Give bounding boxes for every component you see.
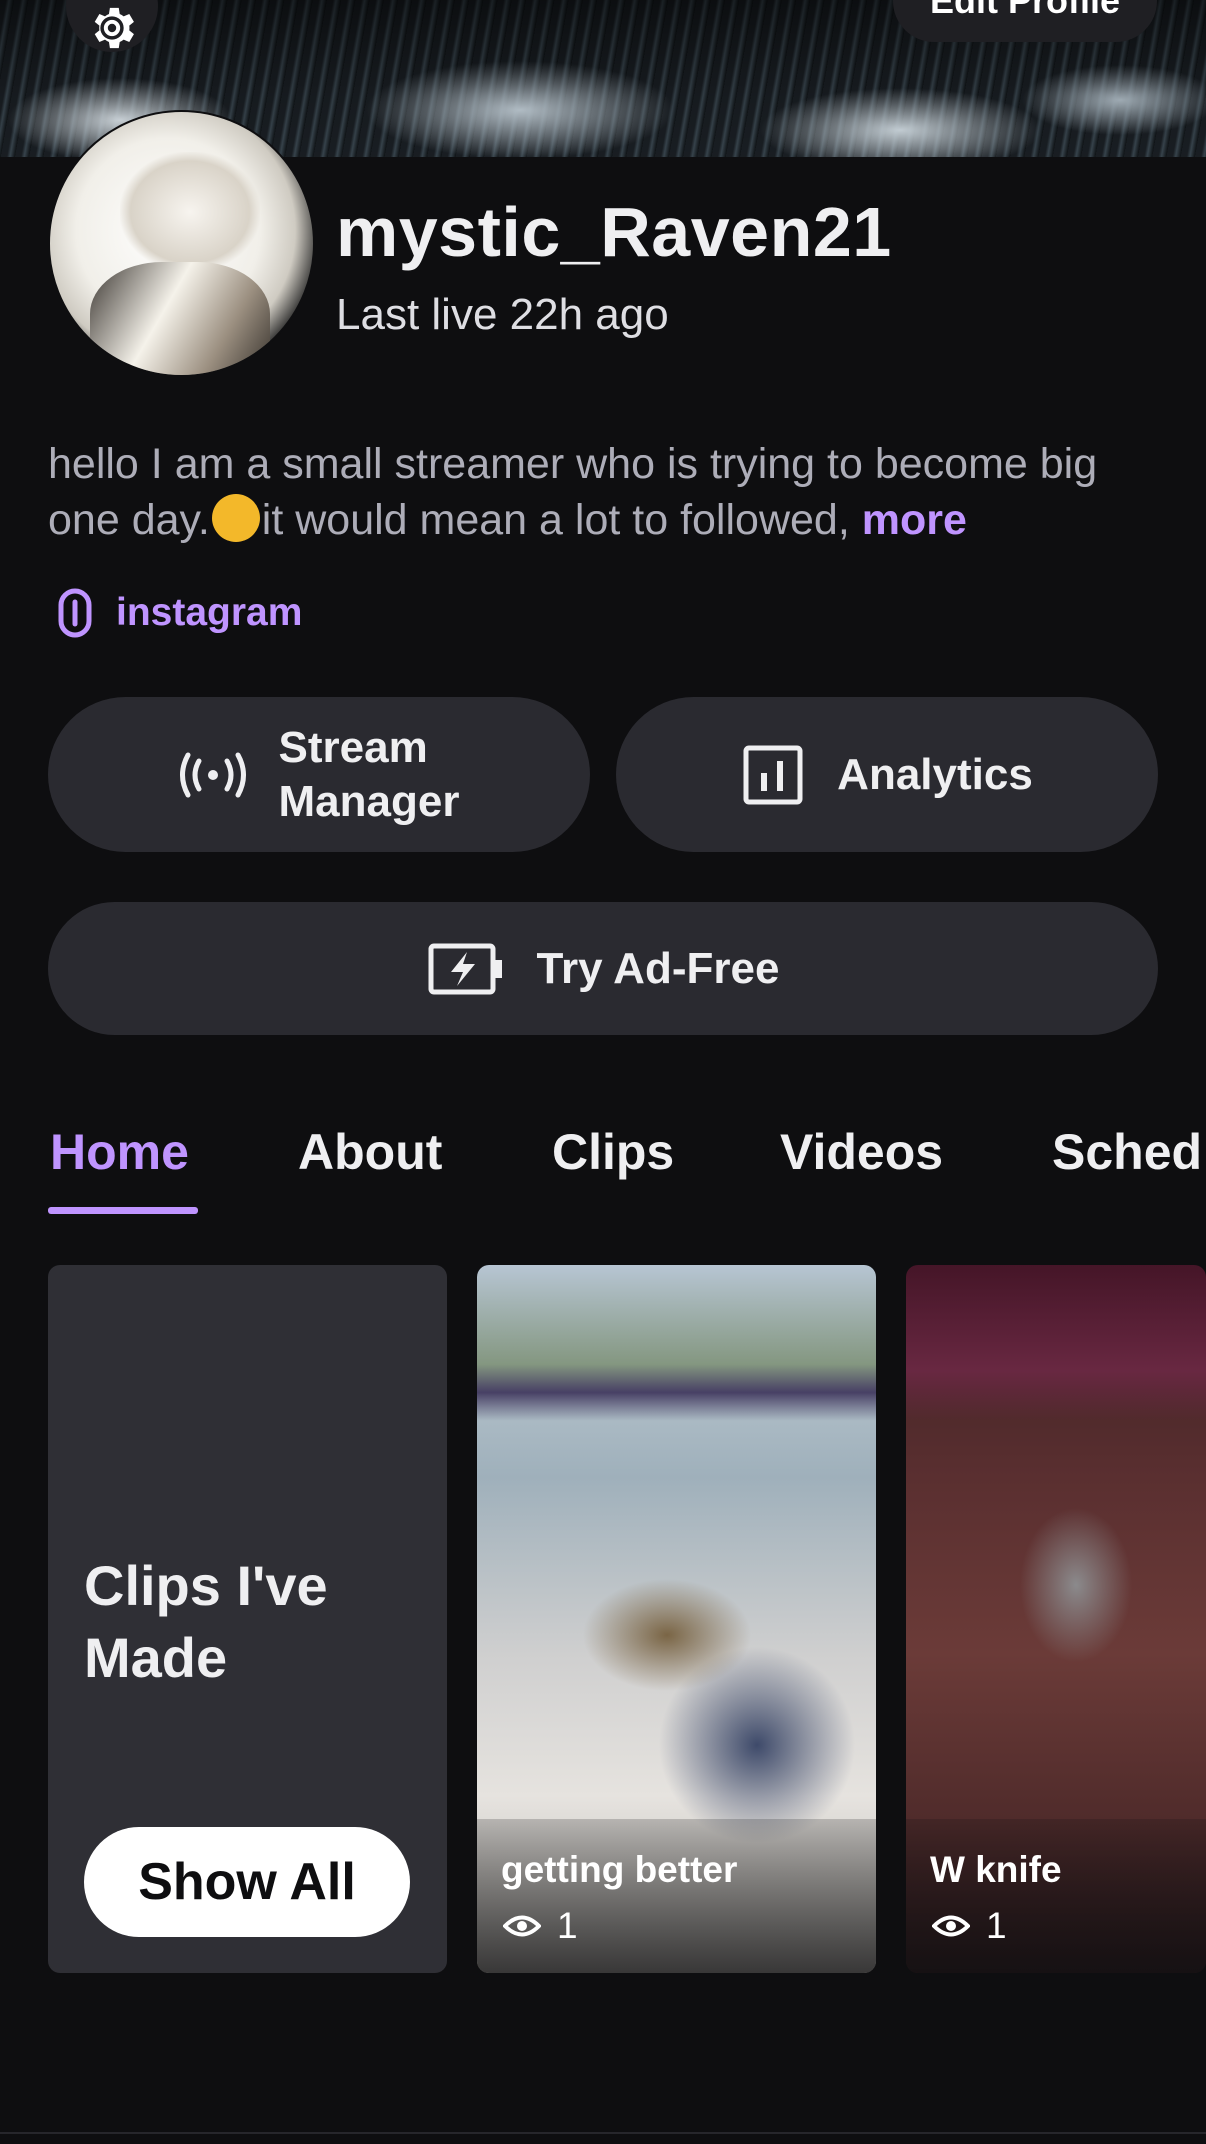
smirk-cat-emoji-icon — [211, 494, 260, 542]
clip-caption — [477, 1819, 876, 1973]
avatar-robe — [90, 262, 270, 375]
active-tab-indicator — [48, 1207, 198, 1214]
last-live-status: Last live 22h ago — [336, 290, 669, 339]
avatar[interactable] — [48, 110, 315, 377]
tab-about[interactable]: About — [298, 1123, 442, 1181]
clip-title: getting better — [501, 1849, 738, 1890]
clip-view-count: 1 — [557, 1905, 578, 1946]
tab-home[interactable]: Home — [50, 1123, 189, 1181]
tab-schedule[interactable]: Sched — [1052, 1123, 1202, 1181]
eye-icon — [503, 1915, 541, 1937]
stream-manager-label-line2: Manager — [278, 776, 460, 826]
analytics-label: Analytics — [837, 749, 1033, 799]
bar-chart-icon — [743, 745, 803, 804]
edit-profile-button[interactable]: Edit Profile — [893, 0, 1157, 42]
stream-manager-label-line1: Stream — [278, 722, 428, 772]
bio-more-link[interactable]: more — [862, 496, 967, 544]
broadcast-icon — [179, 752, 246, 797]
bottom-divider — [0, 2132, 1206, 2134]
link-icon — [58, 588, 92, 638]
bio: hello I am a small streamer who is tryin… — [48, 436, 1168, 548]
eye-icon — [932, 1915, 970, 1937]
social-link-instagram[interactable]: instagram — [56, 588, 302, 638]
social-link-label: instagram — [116, 591, 303, 634]
show-all-button[interactable]: Show All — [84, 1827, 410, 1937]
try-ad-free-label: Try Ad-Free — [536, 943, 780, 993]
bio-text-continued: it would mean a lot to followed, — [261, 496, 850, 544]
clip-title: W knife — [930, 1849, 1062, 1890]
stream-manager-label: Stream Manager — [279, 721, 460, 829]
tab-videos[interactable]: Videos — [780, 1123, 943, 1181]
clip-caption — [906, 1819, 1206, 1973]
battery-bolt-icon — [428, 943, 502, 994]
clips-section-title: Clips I've Made — [84, 1554, 328, 1689]
clip-views: 1 — [932, 1905, 1007, 1947]
avatar-hair — [120, 152, 260, 272]
profile-tabs: Home About Clips Videos Sched — [0, 1105, 1206, 1215]
stream-manager-button[interactable]: Stream Manager — [48, 697, 590, 852]
username: mystic_Raven21 — [336, 193, 892, 271]
clip-view-count: 1 — [986, 1905, 1007, 1946]
tab-clips[interactable]: Clips — [552, 1123, 674, 1181]
clip-card[interactable]: W knife 1 — [906, 1265, 1206, 1973]
try-ad-free-button[interactable]: Try Ad-Free — [48, 902, 1158, 1035]
clips-section-card: Clips I've Made Show All — [48, 1265, 447, 1973]
analytics-button[interactable]: Analytics — [616, 697, 1158, 852]
gear-icon — [94, 7, 134, 49]
clip-views: 1 — [503, 1905, 578, 1947]
clip-card[interactable]: getting better 1 — [477, 1265, 876, 1973]
